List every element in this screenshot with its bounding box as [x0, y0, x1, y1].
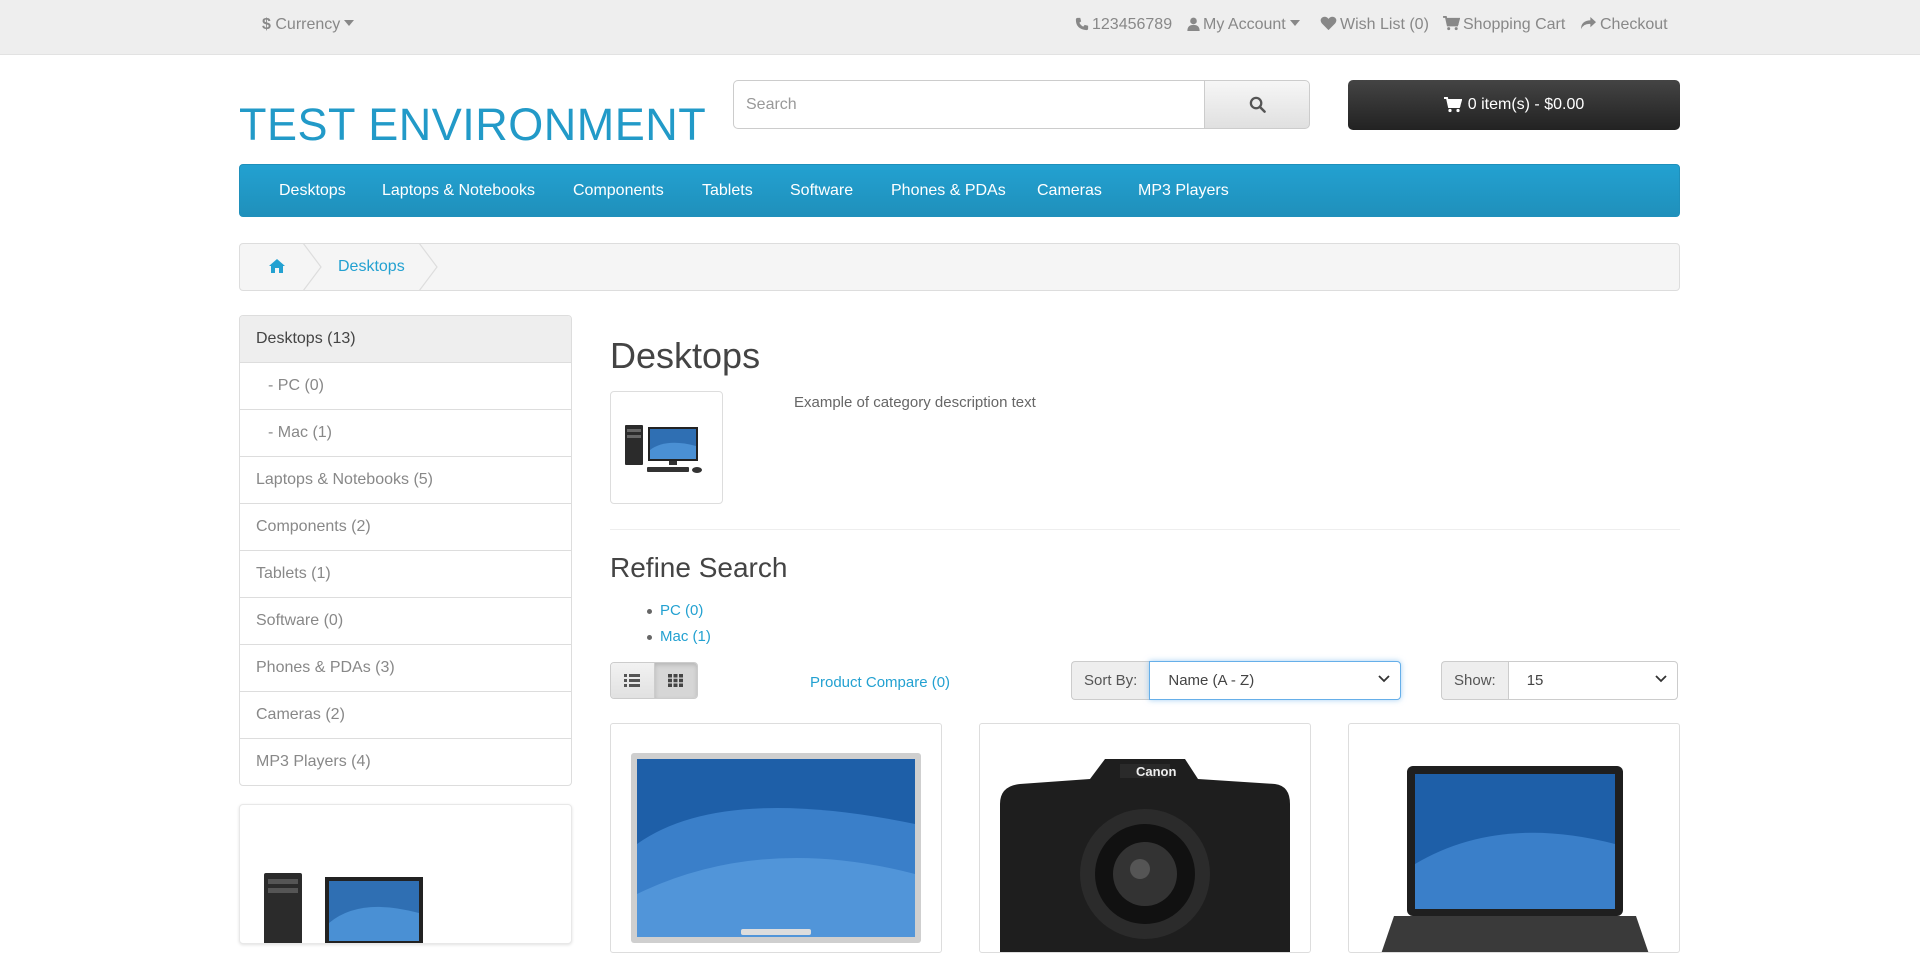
wish-list-label: Wish List (0) [1340, 16, 1429, 33]
category-phones-pdas[interactable]: Phones & PDAs (3) [240, 645, 571, 692]
list-icon [624, 674, 641, 687]
dollar-icon: $ [262, 16, 271, 33]
sort-control: Sort By: Name (A - Z) [1071, 661, 1402, 700]
shopping-cart-label: Shopping Cart [1463, 16, 1566, 33]
phone-link[interactable]: 123456789 [1075, 0, 1172, 54]
cart-button[interactable]: 0 item(s) - $0.00 [1348, 80, 1680, 130]
page-title: Desktops [610, 335, 761, 376]
category-laptops-notebooks[interactable]: Laptops & Notebooks (5) [240, 457, 571, 504]
menu-item-tablets[interactable]: Tablets [702, 165, 753, 216]
category-pc[interactable]: - PC (0) [240, 363, 571, 410]
breadcrumb-separator [302, 243, 322, 291]
category-menu: Desktops Laptops & Notebooks Components … [239, 164, 1680, 217]
share-icon [1581, 16, 1596, 30]
view-toggle [610, 662, 698, 699]
category-thumbnail [610, 391, 723, 504]
desktop-computer-image [625, 425, 702, 473]
my-account-label: My Account [1203, 16, 1286, 33]
menu-item-software[interactable]: Software [790, 165, 853, 216]
top-bar: $ Currency 123456789 My Account Wish Lis… [0, 0, 1920, 55]
sidebar-banner[interactable] [239, 804, 572, 944]
grid-icon [668, 674, 684, 687]
breadcrumb-desktops[interactable]: Desktops [338, 244, 405, 290]
limit-value: 15 [1526, 672, 1544, 689]
phone-number: 123456789 [1092, 16, 1173, 33]
shopping-cart-link[interactable]: Shopping Cart [1443, 0, 1565, 54]
svg-text:Canon: Canon [1136, 764, 1177, 779]
phone-icon [1075, 17, 1089, 31]
refine-search-title: Refine Search [610, 552, 788, 583]
product-compare-link[interactable]: Product Compare (0) [810, 674, 950, 691]
product-image [631, 753, 921, 943]
checkout-link[interactable]: Checkout [1580, 0, 1668, 54]
search-input[interactable] [733, 80, 1204, 129]
product-card[interactable] [1348, 723, 1680, 953]
product-card[interactable]: Canon [979, 723, 1311, 953]
cart-total: 0 item(s) - $0.00 [1467, 96, 1585, 113]
menu-item-phones-pdas[interactable]: Phones & PDAs [891, 165, 1006, 216]
limit-select[interactable]: 15 [1507, 661, 1678, 700]
sort-select[interactable]: Name (A - Z) [1149, 661, 1402, 700]
cart-icon [1443, 97, 1462, 113]
home-icon[interactable] [268, 258, 286, 274]
menu-item-mp3-players[interactable]: MP3 Players [1138, 165, 1229, 216]
search-icon [1249, 96, 1266, 113]
chevron-down-icon [1378, 675, 1390, 683]
chevron-down-icon [1655, 675, 1667, 683]
category-list: Desktops (13) - PC (0) - Mac (1) Laptops… [239, 315, 572, 786]
currency-label: Currency [275, 16, 341, 33]
category-tablets[interactable]: Tablets (1) [240, 551, 571, 598]
divider [610, 529, 1680, 530]
caret-down-icon [1289, 20, 1300, 26]
currency-dropdown[interactable]: $ Currency [262, 0, 355, 54]
refine-link-mac[interactable]: Mac (1) [647, 624, 711, 650]
category-description: Example of category description text [794, 394, 1036, 411]
category-desktops[interactable]: Desktops (13) [240, 316, 571, 363]
product-card[interactable] [610, 723, 942, 953]
category-software[interactable]: Software (0) [240, 598, 571, 645]
store-logo[interactable]: TEST ENVIRONMENT [239, 100, 706, 150]
list-view-button[interactable] [611, 663, 654, 698]
menu-item-desktops[interactable]: Desktops [279, 165, 346, 216]
show-label: Show: [1441, 661, 1508, 700]
sort-value: Name (A - Z) [1168, 672, 1255, 689]
category-components[interactable]: Components (2) [240, 504, 571, 551]
show-control: Show: 15 [1441, 661, 1678, 700]
checkout-label: Checkout [1600, 16, 1668, 33]
search-bar [733, 80, 1310, 131]
breadcrumb: Desktops [239, 243, 1680, 291]
product-image: Canon [1000, 759, 1290, 952]
category-cameras[interactable]: Cameras (2) [240, 692, 571, 739]
product-image [1381, 766, 1649, 952]
refine-search-list: PC (0) Mac (1) [647, 598, 711, 650]
breadcrumb-separator [418, 243, 438, 291]
wish-list-link[interactable]: Wish List (0) [1320, 0, 1429, 54]
category-mp3-players[interactable]: MP3 Players (4) [240, 739, 571, 785]
desktop-computer-image [264, 873, 423, 943]
refine-link-pc[interactable]: PC (0) [647, 598, 711, 624]
menu-item-laptops-notebooks[interactable]: Laptops & Notebooks [382, 165, 535, 216]
my-account-dropdown[interactable]: My Account [1187, 0, 1300, 54]
search-button[interactable] [1204, 80, 1310, 129]
user-icon [1187, 17, 1200, 31]
sort-label: Sort By: [1071, 661, 1150, 700]
heart-icon [1320, 16, 1337, 31]
grid-view-button[interactable] [653, 663, 697, 698]
cart-icon [1443, 16, 1461, 31]
caret-down-icon [344, 20, 355, 26]
category-mac[interactable]: - Mac (1) [240, 410, 571, 457]
menu-item-cameras[interactable]: Cameras [1037, 165, 1102, 216]
menu-item-components[interactable]: Components [573, 165, 664, 216]
